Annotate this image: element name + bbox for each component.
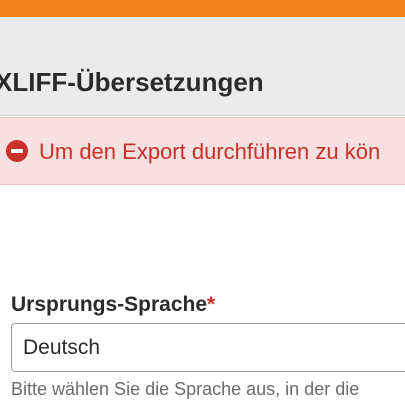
- page: XLIFF-Übersetzungen Um den Export durchf…: [0, 0, 405, 405]
- source-language-selected-value: Deutsch: [23, 336, 101, 359]
- title-bar: XLIFF-Übersetzungen: [0, 17, 405, 116]
- source-language-help-text: Bitte wählen Sie die Sprache aus, in der…: [11, 379, 360, 399]
- source-language-label-text: Ursprungs-Sprache: [11, 293, 208, 316]
- error-icon: [6, 140, 28, 162]
- error-alert: Um den Export durchführen zu kön: [0, 117, 405, 185]
- source-language-select[interactable]: Deutsch: [11, 323, 405, 372]
- alert-message: Um den Export durchführen zu kön: [39, 139, 381, 164]
- top-accent-bar: [0, 0, 405, 17]
- source-language-label: Ursprungs-Sprache*: [11, 293, 215, 317]
- page-title: XLIFF-Übersetzungen: [0, 67, 264, 97]
- required-marker: *: [207, 293, 216, 316]
